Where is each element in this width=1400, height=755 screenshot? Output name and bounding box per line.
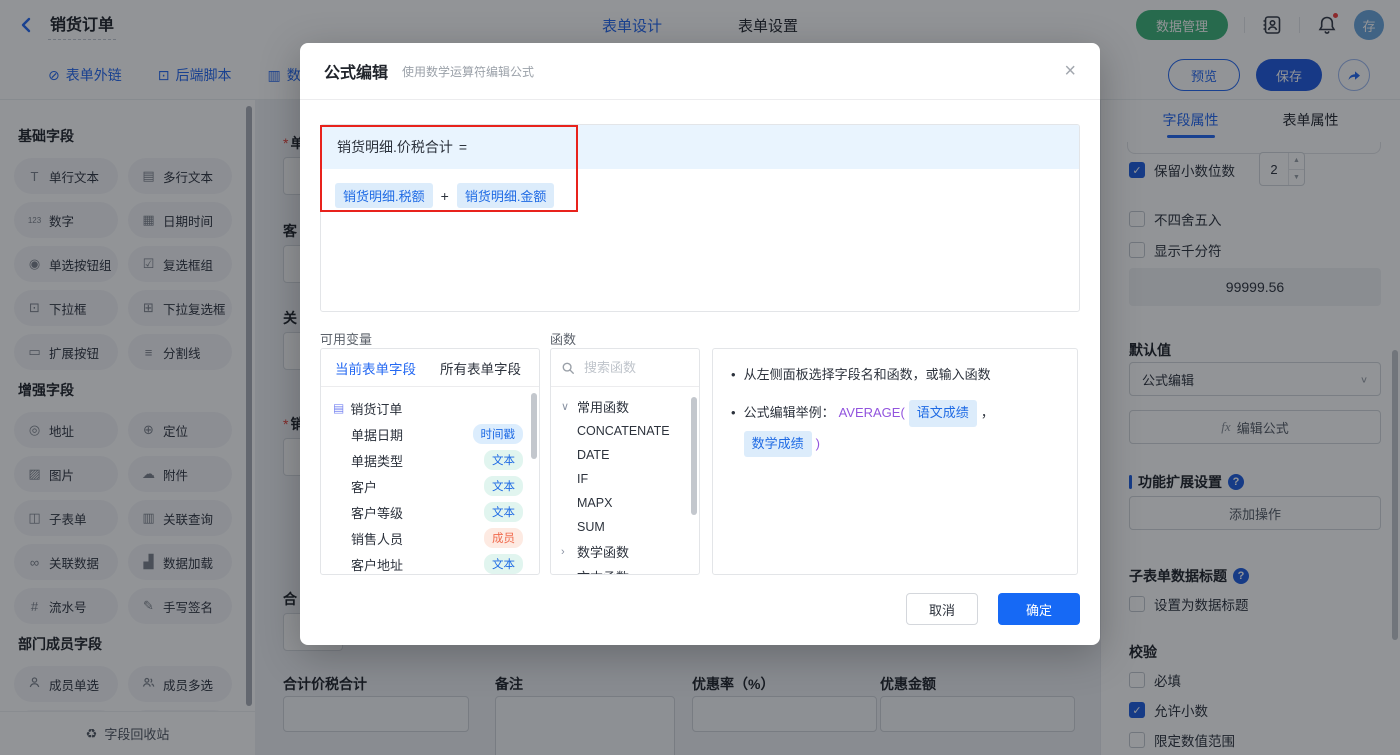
chevron-down-icon: ∨	[561, 401, 570, 413]
variable-type-badge: 成员	[484, 528, 523, 548]
functions-scrollbar[interactable]	[691, 397, 697, 515]
variable-tree-root[interactable]: ▤ 销货订单	[333, 395, 539, 421]
modal-subtitle: 使用数学运算符编辑公式	[402, 64, 535, 79]
formula-field-token[interactable]: 销货明细.税额	[335, 183, 433, 208]
modal-header: 公式编辑 使用数学运算符编辑公式 ×	[300, 43, 1100, 100]
function-group-label: 数学函数	[577, 545, 630, 560]
variable-type-badge: 时间戳	[472, 424, 523, 444]
function-group-label: 文本函数	[577, 567, 629, 574]
function-search-box	[551, 349, 699, 387]
app-screen: 销货订单 表单设计 表单设置 数据管理 存 ⊘表单外链⊡后端脚本▥数据权限 预览…	[0, 0, 1400, 755]
formula-editor-area[interactable]: 销货明细.价税合计 = 销货明细.税额 + 销货明细.金额	[320, 124, 1080, 312]
function-item[interactable]: MAPX	[561, 491, 699, 515]
tab-current-form-fields[interactable]: 当前表单字段	[335, 358, 416, 378]
variable-type-badge: 文本	[484, 476, 523, 496]
function-item[interactable]: DATE	[561, 443, 699, 467]
function-group[interactable]: ∨ 常用函数	[561, 394, 699, 419]
variable-root-label: 销货订单	[350, 401, 403, 417]
formula-target-field: 销货明细.价税合计	[337, 139, 453, 155]
formula-target-row: 销货明细.价税合计 =	[321, 125, 1079, 169]
variables-panel: 当前表单字段 所有表单字段 ▤ 销货订单 单据日期 时间戳 单据类型 文本 客户 文本 客户等级…	[320, 348, 540, 575]
variable-name: 销售人员	[351, 531, 404, 547]
formula-field-token[interactable]: 销货明细.金额	[456, 183, 555, 208]
modal-title: 公式编辑	[324, 65, 389, 82]
confirm-button[interactable]: 确定	[998, 593, 1080, 625]
example-field-chip: 数学成绩	[743, 430, 812, 458]
cancel-button[interactable]: 取消	[906, 593, 978, 625]
help-line-1: • 从左侧面板选择字段名和函数，或输入函数	[731, 367, 991, 382]
function-group[interactable]: › 数学函数	[561, 539, 699, 564]
function-item[interactable]: CONCATENATE	[561, 419, 699, 443]
variable-type-badge: 文本	[484, 502, 523, 522]
functions-panel: ∨ 常用函数 CONCATENATEDATEIFMAPXSUM › 数学函数 › 文本函数	[550, 348, 700, 575]
variable-item[interactable]: 单据日期 时间戳	[333, 421, 539, 447]
formula-operator: +	[440, 187, 449, 204]
variable-type-badge: 文本	[484, 554, 523, 574]
variables-scrollbar[interactable]	[531, 393, 537, 459]
function-group-label: 常用函数	[577, 400, 630, 415]
functions-section-label: 函数	[550, 332, 577, 347]
formula-help-panel: • 从左侧面板选择字段名和函数，或输入函数 • 公式编辑举例： AVERAGE(…	[712, 348, 1078, 575]
variable-name: 单据类型	[351, 453, 404, 469]
example-function-open: AVERAGE(	[838, 404, 905, 420]
variable-name: 客户	[351, 479, 378, 495]
variable-item[interactable]: 客户等级 文本	[333, 499, 539, 525]
variable-name: 客户等级	[351, 505, 404, 521]
formula-editor-modal: 公式编辑 使用数学运算符编辑公式 × 销货明细.价税合计 = 销货明细.税额 + 销…	[300, 43, 1100, 645]
formula-equals: =	[458, 139, 468, 155]
variable-item[interactable]: 客户地址 文本	[333, 551, 539, 574]
variable-name: 客户地址	[351, 557, 404, 573]
function-group[interactable]: › 文本函数	[561, 564, 699, 575]
function-item[interactable]: SUM	[561, 515, 699, 539]
variable-item[interactable]: 销售人员 成员	[333, 525, 539, 551]
close-icon[interactable]: ×	[1064, 61, 1076, 81]
chevron-right-icon: ›	[561, 545, 565, 558]
document-icon: ▤	[333, 401, 345, 415]
variable-item[interactable]: 单据类型 文本	[333, 447, 539, 473]
tab-all-form-fields[interactable]: 所有表单字段	[440, 358, 521, 378]
example-function-close: )	[815, 435, 820, 451]
function-item[interactable]: IF	[561, 467, 699, 491]
variable-type-badge: 文本	[484, 450, 523, 470]
function-search-input[interactable]	[582, 359, 689, 376]
variables-section-label: 可用变量	[320, 332, 373, 347]
example-field-chip: 语文成绩	[908, 399, 977, 427]
search-icon	[562, 362, 574, 374]
help-line-2: • 公式编辑举例： AVERAGE( 语文成绩 ， 数学成绩 )	[731, 399, 1059, 458]
variable-item[interactable]: 客户 文本	[333, 473, 539, 499]
variable-name: 单据日期	[351, 427, 404, 443]
chevron-right-icon: ›	[561, 571, 571, 575]
